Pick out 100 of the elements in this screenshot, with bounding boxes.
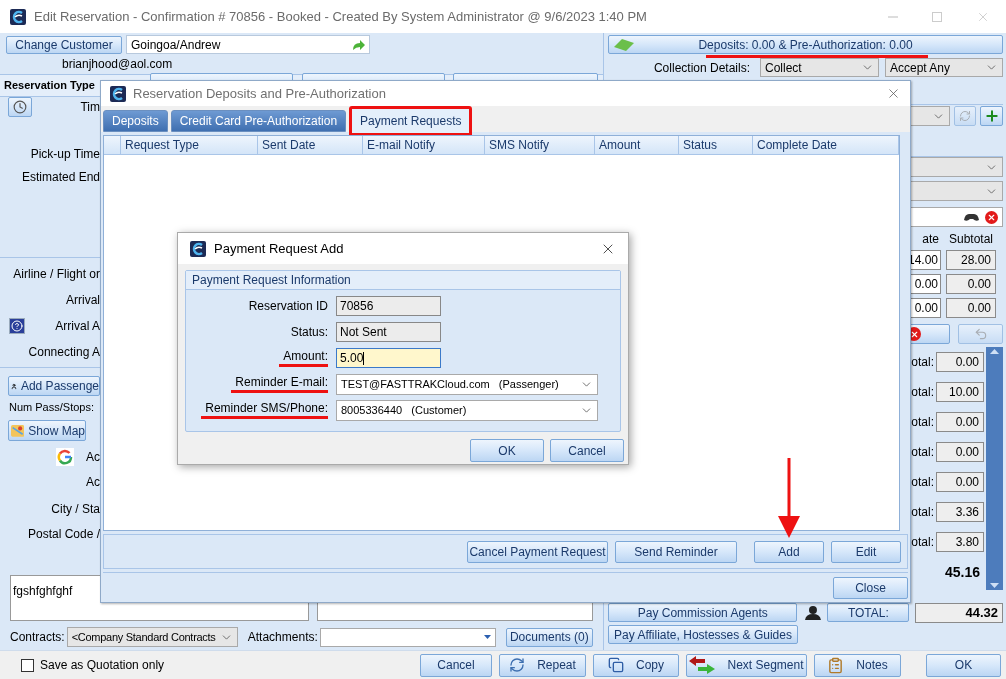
scroll-up-icon bbox=[990, 349, 999, 354]
show-map-button[interactable]: Show Map bbox=[8, 420, 86, 441]
label: Pick-up Time bbox=[30, 146, 100, 163]
column-header[interactable]: Request Type bbox=[121, 136, 258, 154]
label: Arrival A bbox=[55, 318, 100, 335]
subtotal-field[interactable]: 0.00 bbox=[946, 298, 996, 318]
documents-button[interactable]: Documents (0) bbox=[505, 627, 593, 647]
refresh-icon bbox=[509, 657, 526, 673]
pay-affiliate-button[interactable]: Pay Affiliate, Hostesses & Guides bbox=[608, 625, 798, 644]
label: Connecting A bbox=[28, 344, 100, 361]
label: Contracts: bbox=[10, 629, 65, 646]
app-logo-icon bbox=[190, 240, 206, 257]
app-logo-icon bbox=[110, 85, 126, 102]
tab[interactable]: Payment Requests bbox=[349, 106, 473, 136]
collection-dropdown[interactable]: Collect bbox=[760, 58, 879, 77]
total-field[interactable]: 0.00 bbox=[936, 412, 984, 432]
subtotal-field[interactable]: 28.00 bbox=[946, 250, 996, 270]
column-header[interactable]: SMS Notify bbox=[485, 136, 595, 154]
close-icon[interactable] bbox=[886, 86, 901, 101]
action-button[interactable]: Send Reminder bbox=[615, 540, 737, 563]
accept-dropdown[interactable]: Accept Any bbox=[885, 58, 1003, 77]
footer-button[interactable]: Notes bbox=[814, 653, 901, 677]
total-field[interactable]: 10.00 bbox=[936, 382, 984, 402]
dialog-button[interactable]: OK bbox=[470, 439, 544, 462]
total-button[interactable]: TOTAL: bbox=[827, 603, 910, 622]
total-field[interactable]: 0.00 bbox=[936, 352, 984, 372]
label: Arrival bbox=[66, 292, 100, 309]
label: otal: bbox=[911, 474, 934, 491]
label: Subtotal bbox=[947, 232, 994, 246]
total-field[interactable]: 0.00 bbox=[936, 472, 984, 492]
column-header[interactable]: E-mail Notify bbox=[363, 136, 485, 154]
label: Ac bbox=[86, 449, 100, 466]
map-icon bbox=[11, 423, 25, 438]
deposits-button[interactable]: Deposits: 0.00 & Pre-Authorization: 0.00 bbox=[608, 35, 1003, 54]
field-label: Reservation ID bbox=[248, 298, 328, 314]
dialog-title: Reservation Deposits and Pre-Authorization bbox=[133, 84, 386, 103]
field-label: Status: bbox=[290, 324, 328, 340]
clear-icon[interactable] bbox=[985, 210, 998, 224]
add-passenger-button[interactable]: Add Passenge bbox=[8, 376, 100, 396]
column-header[interactable]: Sent Date bbox=[258, 136, 363, 154]
scroll-down-icon bbox=[990, 583, 999, 588]
undo-icon bbox=[973, 327, 988, 341]
label: Ac bbox=[86, 474, 100, 491]
add-button[interactable] bbox=[980, 106, 1003, 126]
tab[interactable]: Deposits bbox=[103, 110, 168, 132]
dropdown-arrow-icon bbox=[483, 635, 491, 639]
attachments-field[interactable] bbox=[319, 627, 496, 647]
tab[interactable]: Credit Card Pre-Authorization bbox=[170, 110, 347, 132]
quotation-checkbox[interactable]: Save as Quotation only bbox=[21, 656, 165, 674]
footer-button[interactable]: OK bbox=[926, 653, 1001, 677]
google-icon[interactable] bbox=[56, 448, 74, 466]
action-button[interactable]: Add bbox=[754, 540, 824, 563]
dialog-title: Payment Request Add bbox=[214, 239, 344, 258]
scrollbar[interactable] bbox=[986, 347, 1003, 590]
window-title: Edit Reservation - Confirmation # 70856 - Booked - Created By System Administrator @ 9/6/2023 1:40 PM bbox=[34, 7, 647, 26]
footer-button[interactable]: Cancel bbox=[420, 653, 492, 677]
grand-total: 45.16 bbox=[944, 562, 980, 582]
label: Estimated End bbox=[21, 169, 100, 186]
column-header[interactable]: Status bbox=[679, 136, 753, 154]
label: otal: bbox=[911, 534, 934, 551]
label: otal: bbox=[911, 444, 934, 461]
total-field: 44.32 bbox=[915, 602, 1003, 623]
total-field[interactable]: 3.36 bbox=[936, 502, 984, 522]
footer-button[interactable]: Next Segment bbox=[686, 653, 807, 677]
total-field[interactable]: 0.00 bbox=[936, 442, 984, 462]
field-label: Reminder SMS/Phone: bbox=[201, 401, 328, 419]
close-button[interactable]: Close bbox=[833, 576, 908, 599]
pay-commission-button[interactable]: Pay Commission Agents bbox=[608, 603, 798, 622]
column-header[interactable]: Amount bbox=[595, 136, 679, 154]
label: otal: bbox=[911, 384, 934, 401]
action-button[interactable]: Cancel Payment Request bbox=[467, 540, 608, 563]
customer-email: brianjhood@aol.com bbox=[62, 56, 174, 73]
change-customer-button[interactable]: Change Customer bbox=[6, 35, 122, 54]
footer-button[interactable]: Repeat bbox=[499, 653, 586, 677]
copy-icon bbox=[608, 657, 624, 673]
action-button[interactable]: Edit bbox=[831, 540, 901, 563]
contracts-dropdown[interactable]: <Company Standard Contracts bbox=[66, 627, 238, 647]
label: otal: bbox=[911, 504, 934, 521]
label: Collection Details: bbox=[653, 59, 750, 77]
column-header[interactable]: Complete Date bbox=[753, 136, 899, 154]
dropdown[interactable]: 8005336440 (Customer) bbox=[336, 399, 598, 421]
clock-button[interactable] bbox=[8, 97, 32, 117]
subtotal-field[interactable]: 0.00 bbox=[946, 274, 996, 294]
label: Airline / Flight or bbox=[13, 266, 100, 283]
label: Num Pass/Stops: bbox=[9, 400, 95, 415]
forward-arrow-icon bbox=[351, 38, 365, 51]
footer-button[interactable]: Copy bbox=[593, 653, 679, 677]
swap-arrows-icon bbox=[689, 656, 716, 674]
field-label: Amount: bbox=[279, 349, 328, 367]
dialog-button[interactable]: Cancel bbox=[550, 439, 624, 462]
customer-field[interactable]: Goingoa/Andrew bbox=[126, 35, 370, 54]
total-field[interactable]: 3.80 bbox=[936, 532, 984, 552]
clock-icon bbox=[13, 100, 27, 114]
dropdown[interactable]: TEST@FASTTRAKCloud.com (Passenger) bbox=[336, 373, 598, 395]
amount-field[interactable]: 5.00 bbox=[336, 348, 441, 368]
money-icon bbox=[614, 39, 634, 51]
section-label: Reservation Type bbox=[4, 78, 95, 94]
person-icon bbox=[805, 605, 822, 620]
help-icon[interactable] bbox=[9, 318, 25, 334]
binoculars-icon bbox=[964, 212, 979, 222]
